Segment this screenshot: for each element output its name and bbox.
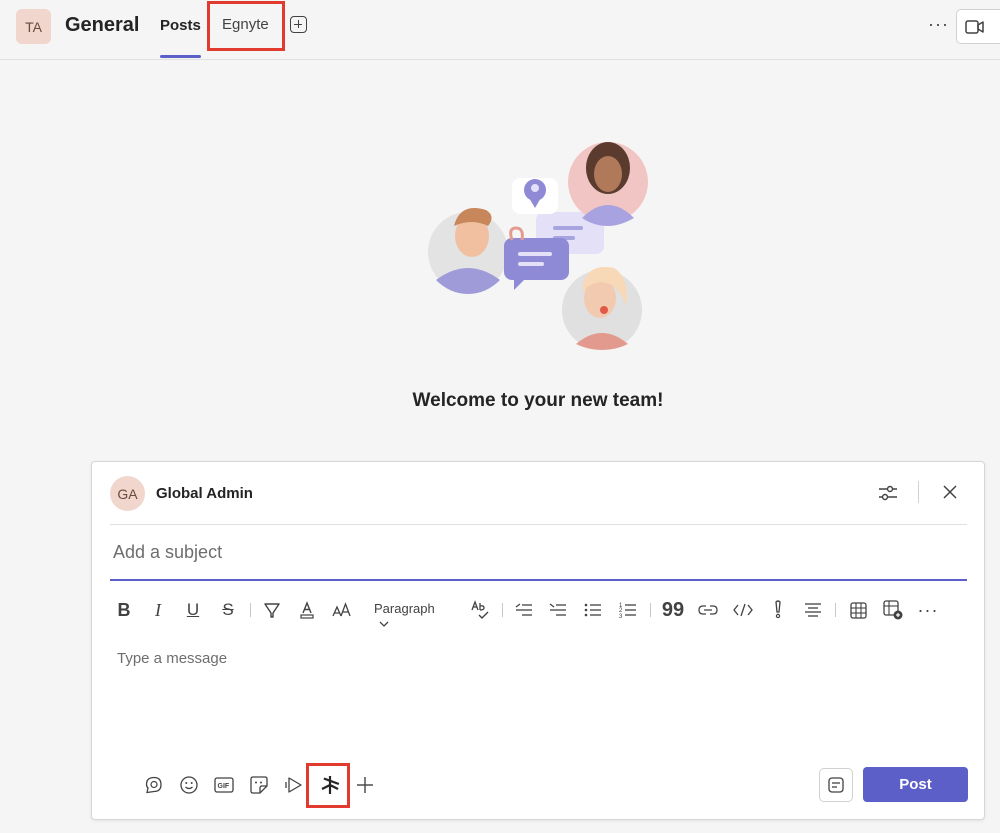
subject-input[interactable] <box>110 525 967 581</box>
important-icon[interactable] <box>766 597 790 623</box>
toolbar-divider <box>502 603 503 617</box>
header-divider <box>918 481 919 503</box>
highlight-box-egnyte-app <box>306 763 350 808</box>
paragraph-style-label: Paragraph <box>374 601 435 616</box>
highlight-box-egnyte-tab <box>207 1 285 51</box>
svg-text:GIF: GIF <box>218 783 230 790</box>
welcome-illustration <box>428 142 648 350</box>
toolbar-divider <box>250 603 251 617</box>
welcome-heading: Welcome to your new team! <box>412 390 664 411</box>
link-icon[interactable] <box>696 597 720 623</box>
font-size-icon[interactable] <box>330 597 354 623</box>
more-options-icon[interactable]: ··· <box>928 14 949 35</box>
svg-text:3: 3 <box>619 614 623 619</box>
add-app-icon[interactable] <box>353 772 377 798</box>
video-camera-icon <box>965 20 984 34</box>
underline-icon[interactable]: U <box>181 597 205 623</box>
toolbar-divider <box>650 603 651 617</box>
decrease-indent-icon[interactable] <box>512 597 536 623</box>
italic-icon[interactable]: I <box>146 597 170 623</box>
post-button[interactable]: Post <box>863 767 968 802</box>
emoji-icon[interactable] <box>177 772 201 798</box>
spell-check-icon[interactable] <box>468 597 492 623</box>
meet-now-button[interactable] <box>956 9 1000 44</box>
channel-title: General <box>65 14 140 36</box>
insert-table-icon[interactable] <box>881 597 905 623</box>
chevron-down-icon <box>379 621 389 627</box>
schedule-message-button[interactable] <box>819 768 853 802</box>
author-avatar: GA <box>110 476 145 511</box>
stream-icon[interactable] <box>282 772 306 798</box>
table-icon[interactable] <box>846 597 870 623</box>
loop-icon[interactable] <box>142 772 166 798</box>
compose-box: GA Global Admin B I U S Paragraph <box>91 461 985 820</box>
tab-posts[interactable]: Posts <box>160 17 201 59</box>
quote-icon[interactable]: 99 <box>661 597 685 623</box>
tab-posts-label: Posts <box>160 17 201 34</box>
strikethrough-icon[interactable]: S <box>216 597 240 623</box>
close-icon[interactable] <box>942 484 958 500</box>
bold-icon[interactable]: B <box>112 597 136 623</box>
numbered-list-icon[interactable]: 123 <box>616 597 640 623</box>
sticker-icon[interactable] <box>247 772 271 798</box>
add-tab-icon[interactable] <box>290 16 307 33</box>
paragraph-style-dropdown[interactable]: Paragraph <box>374 601 435 631</box>
team-avatar[interactable]: TA <box>16 9 51 44</box>
highlight-icon[interactable] <box>260 597 284 623</box>
font-color-icon[interactable] <box>295 597 319 623</box>
gif-icon[interactable]: GIF <box>212 772 236 798</box>
calendar-icon <box>828 777 844 793</box>
author-name: Global Admin <box>156 485 253 502</box>
increase-indent-icon[interactable] <box>546 597 570 623</box>
settings-sliders-icon[interactable] <box>878 484 898 502</box>
toolbar-divider <box>835 603 836 617</box>
channel-header: TA General Posts Egnyte ··· <box>0 0 1000 60</box>
active-tab-underline <box>160 55 201 58</box>
bulleted-list-icon[interactable] <box>581 597 605 623</box>
more-formatting-icon[interactable]: ··· <box>916 597 940 623</box>
code-icon[interactable] <box>731 597 755 623</box>
align-icon[interactable] <box>801 597 825 623</box>
message-placeholder[interactable]: Type a message <box>117 650 227 667</box>
